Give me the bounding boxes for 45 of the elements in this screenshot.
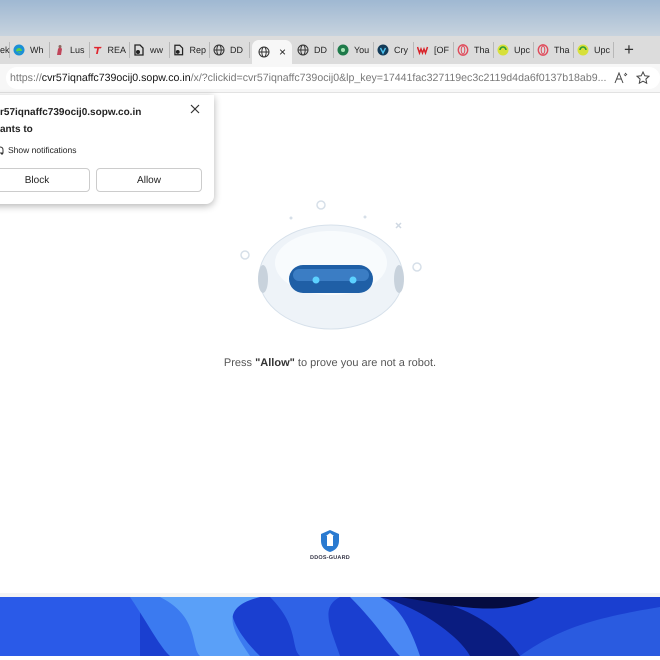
- new-tab-button[interactable]: +: [614, 40, 644, 60]
- w-logo-icon: [417, 44, 429, 56]
- globe-icon: [213, 44, 225, 56]
- read-aloud-icon[interactable]: [614, 72, 628, 84]
- browser-tab[interactable]: You: [334, 42, 374, 58]
- browser-tab[interactable]: Rep: [170, 42, 210, 58]
- browser-tab[interactable]: Upc: [494, 42, 534, 58]
- browser-tab[interactable]: Upc: [574, 42, 614, 58]
- browser-tab[interactable]: DD: [210, 42, 250, 58]
- globe-icon: [258, 46, 270, 58]
- browser-tab[interactable]: DD: [294, 42, 334, 58]
- browser-tab[interactable]: Lus: [50, 42, 90, 58]
- browser-tab[interactable]: ek: [0, 42, 10, 58]
- bell-icon: [0, 145, 4, 155]
- ring-logo-icon: [457, 44, 469, 56]
- close-icon[interactable]: ×: [278, 45, 286, 59]
- browser-tab[interactable]: ww: [130, 42, 170, 58]
- browser-tab[interactable]: Tha: [534, 42, 574, 58]
- block-button[interactable]: Block: [0, 168, 90, 192]
- round-logo-icon: [377, 44, 389, 56]
- url-text: https://cvr57iqnaffc739ocij0.sopw.co.in/x/?clickid=cvr57iqnaffc739ocij0&lp_key=17441fac327119ec3c2119d4da6f0137b18ab9...: [10, 72, 606, 84]
- browser-tab[interactable]: Tha: [454, 42, 494, 58]
- star-icon[interactable]: [636, 71, 650, 85]
- allow-button[interactable]: Allow: [96, 168, 202, 192]
- browser-tab[interactable]: Cry: [374, 42, 414, 58]
- globe-icon: [297, 44, 309, 56]
- letter-logo-icon: [93, 44, 102, 56]
- permission-text: Show notifications: [8, 145, 77, 155]
- ring-logo-icon: [537, 44, 549, 56]
- swirl-logo-icon: [577, 44, 589, 56]
- address-field[interactable]: https://cvr57iqnaffc739ocij0.sopw.co.in/x/?clickid=cvr57iqnaffc739ocij0&lp_key=17441fac327119ec3c2119d4da6f0137b18ab9...: [6, 67, 660, 89]
- swirl-logo-icon: [13, 44, 25, 56]
- browser-tab[interactable]: Wh: [10, 42, 50, 58]
- browser-tab[interactable]: [OF: [414, 42, 454, 58]
- browser-tab[interactable]: ×: [252, 40, 292, 64]
- site-name: r57iqnaffc739ocij0.sopw.co.in: [0, 107, 142, 118]
- file-icon: [173, 44, 184, 56]
- round-logo-icon: [337, 44, 349, 56]
- instruction-text: Press "Allow" to prove you are not a robot.: [224, 357, 436, 369]
- shield-logo-icon: [319, 529, 341, 553]
- prompt-text: ants to: [0, 124, 34, 135]
- swirl-logo-icon: [497, 44, 509, 56]
- browser-tab[interactable]: REA: [90, 42, 130, 58]
- close-icon[interactable]: [190, 104, 200, 114]
- file-icon: [133, 44, 145, 56]
